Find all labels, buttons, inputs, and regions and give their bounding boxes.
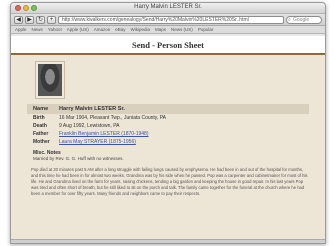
fact-row-death: Death 9 Aug 1992, Lewistown, PA (27, 122, 309, 130)
misc-notes-text: Married by Rev. G. G. Huff with no witne… (33, 156, 124, 161)
fact-label: Mother (33, 139, 50, 145)
bookmark-item[interactable]: Apple (15, 27, 27, 32)
fact-row-mother: Mother Laura May STRAYER (1875-1956) (27, 138, 309, 146)
bookmark-item[interactable]: Yahoo! (48, 27, 62, 32)
bookmark-item[interactable]: Popular (198, 27, 214, 32)
search-field[interactable]: ⌕ Google (286, 15, 322, 24)
fact-value: 16 Mar 1904, Pleasant Twp., Juniata Coun… (59, 115, 167, 121)
person-sheet: Name Harry Malvin LESTER Sr. Birth 16 Ma… (11, 55, 325, 243)
fact-value: Franklin Benjamin LESTER (1870-1948) (57, 130, 309, 138)
fact-label: Name (27, 104, 57, 114)
status-bar (11, 239, 325, 243)
bookmarks-bar: Apple News Yahoo! Apple (US) Amazon eBay… (11, 26, 325, 34)
bookmark-item[interactable]: News (US) (171, 27, 193, 32)
browser-window: Harry Malvin LESTER Sr. ◀ ▶ ↻ + http://w… (10, 2, 326, 244)
browser-toolbar: ◀ ▶ ↻ + http://www.kwalkers.com/genealog… (11, 14, 325, 26)
fact-row-name: Name Harry Malvin LESTER Sr. (27, 104, 309, 114)
reload-button[interactable]: ↻ (36, 15, 45, 24)
father-link[interactable]: Franklin Benjamin LESTER (1870-1948) (59, 131, 149, 137)
search-placeholder: Google (293, 16, 310, 23)
fact-label: Birth (33, 115, 45, 121)
bookmark-item[interactable]: Apple (US) (67, 27, 89, 32)
bookmark-item[interactable]: Maps (155, 27, 166, 32)
address-bar[interactable]: http://www.kwalkers.com/genealogy/Send/H… (58, 15, 284, 24)
fact-row-father: Father Franklin Benjamin LESTER (1870-19… (27, 130, 309, 138)
fact-value: Harry Malvin LESTER Sr. (57, 104, 309, 114)
window-title: Harry Malvin LESTER Sr. (134, 4, 202, 10)
back-button[interactable]: ◀ (14, 15, 23, 24)
fact-value: 9 Aug 1992, Lewistown, PA (59, 123, 120, 129)
bookmark-item[interactable]: News (32, 27, 43, 32)
fact-value: Laura May STRAYER (1875-1956) (57, 138, 309, 146)
portrait-image (38, 64, 62, 96)
bookmark-item[interactable]: eBay (115, 27, 125, 32)
biography-text: Pop died at 20 minutes past 5 AM after a… (31, 167, 308, 196)
title-bar: Harry Malvin LESTER Sr. (11, 3, 325, 14)
fact-label: Death (33, 123, 47, 129)
bookmark-item[interactable]: Wikipedia (131, 27, 151, 32)
forward-button[interactable]: ▶ (25, 15, 34, 24)
person-facts-table: Name Harry Malvin LESTER Sr. Birth 16 Ma… (27, 104, 309, 146)
web-content: Send - Person Sheet Name Harry Malvin LE… (11, 36, 325, 243)
person-photo[interactable] (35, 61, 65, 99)
fact-label: Father (33, 131, 49, 137)
page-title: Send - Person Sheet (131, 39, 204, 50)
page-header: Send - Person Sheet (11, 36, 325, 53)
mother-link[interactable]: Laura May STRAYER (1875-1956) (59, 139, 136, 145)
fact-row-birth: Birth 16 Mar 1904, Pleasant Twp., Juniat… (27, 114, 309, 122)
search-icon: ⌕ (288, 16, 291, 23)
bookmark-item[interactable]: Amazon (94, 27, 111, 32)
add-bookmark-button[interactable]: + (47, 15, 56, 24)
